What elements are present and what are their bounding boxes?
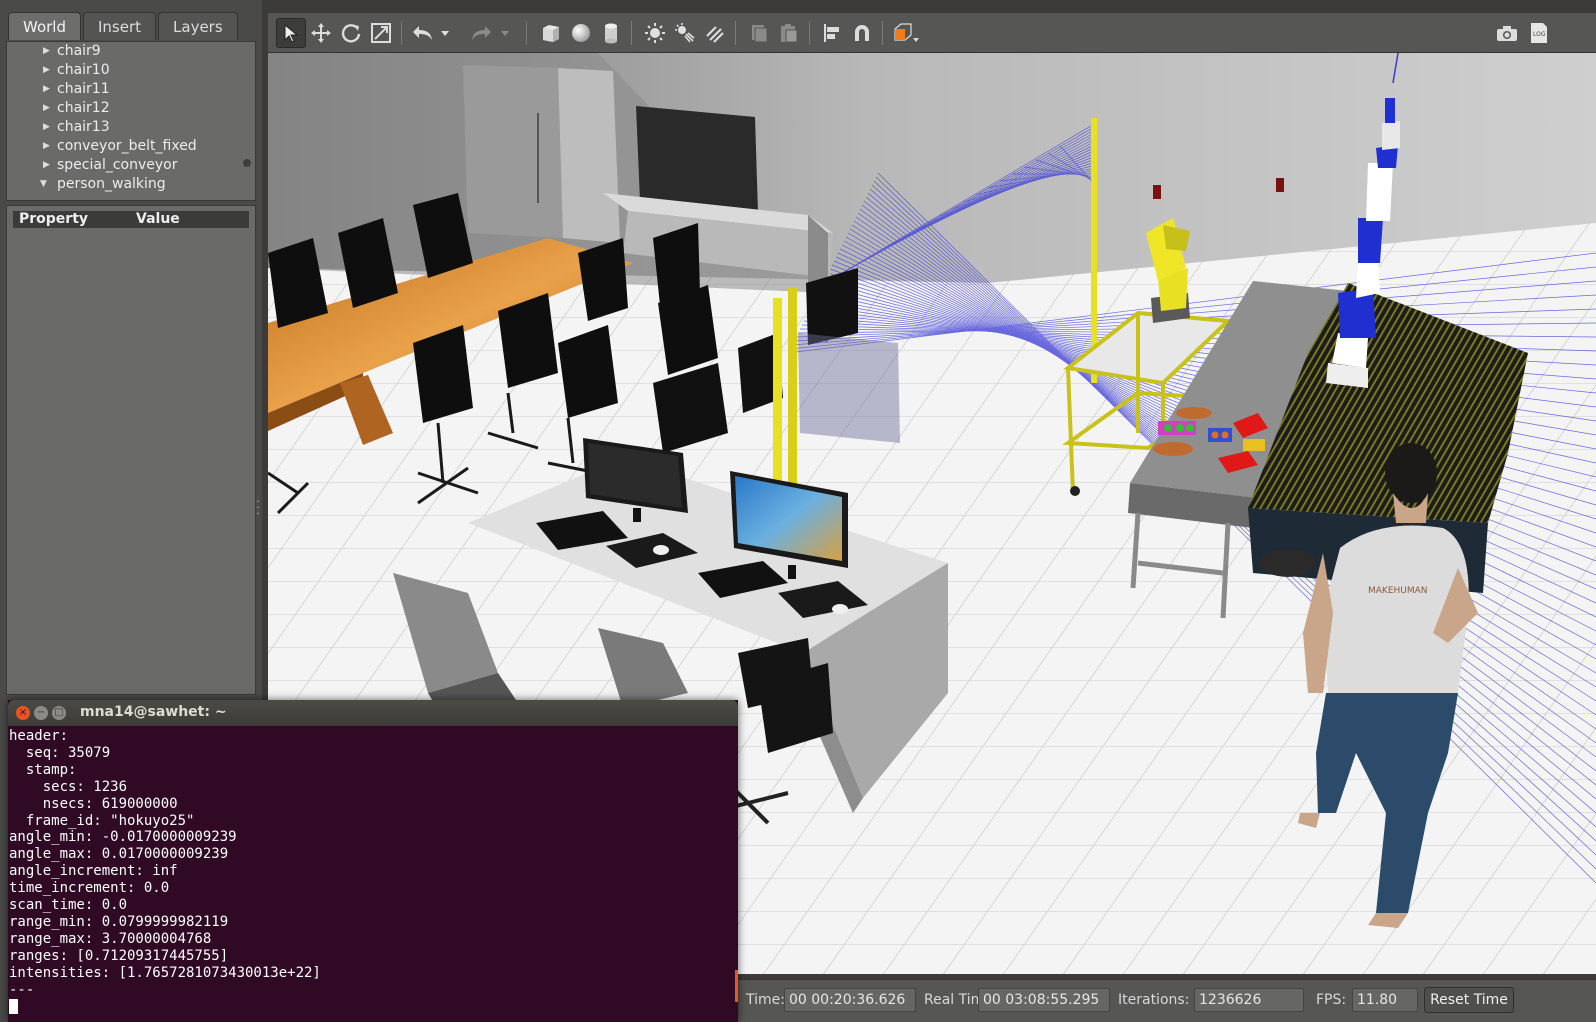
tree-item-chair9[interactable]: ▶ chair9 xyxy=(7,42,255,61)
minimize-icon[interactable]: − xyxy=(34,706,48,720)
select-arrow-icon[interactable] xyxy=(276,18,306,48)
tree-item-chair11[interactable]: ▶ chair11 xyxy=(7,80,255,99)
property-column-header: Property xyxy=(19,211,89,227)
tree-item-conveyor-belt-fixed[interactable]: ▶ conveyor_belt_fixed xyxy=(7,137,255,156)
tree-item-chair12[interactable]: ▶ chair12 xyxy=(7,99,255,118)
light-curtain-post xyxy=(1091,118,1097,383)
gazebo-window: World Insert Layers ▶ chair9 ▶ chair10 ▶ ch… xyxy=(0,0,1596,1022)
reset-time-button[interactable]: Reset Time xyxy=(1424,987,1514,1013)
translate-icon[interactable] xyxy=(306,18,336,48)
terminal-line: header: xyxy=(9,728,69,744)
fps-label: FPS: xyxy=(1316,992,1347,1008)
terminal-line: stamp: xyxy=(9,761,77,778)
tab-insert[interactable]: Insert xyxy=(83,12,157,40)
view-angle-cube-icon[interactable] xyxy=(888,18,924,48)
maximize-icon[interactable]: □ xyxy=(52,706,66,720)
terminal-line: angle_increment: inf xyxy=(9,863,178,880)
terminal-line: frame_id: "hokuyo25" xyxy=(9,812,195,829)
align-icon[interactable] xyxy=(817,18,847,48)
terminal-window[interactable]: × − □ mna14@sawhet: ~ header: seq: 35079… xyxy=(8,700,738,1022)
spot-light-icon[interactable] xyxy=(670,18,700,48)
sphere-shape-icon[interactable] xyxy=(566,18,596,48)
log-icon[interactable]: LOG xyxy=(1524,18,1554,48)
value-column-header: Value xyxy=(136,211,180,227)
tree-item-person-walking[interactable]: ▼ person_walking xyxy=(7,175,255,194)
paste-icon[interactable] xyxy=(774,18,804,48)
tree-item-chair13[interactable]: ▶ chair13 xyxy=(7,118,255,137)
tree-item-label: chair13 xyxy=(57,119,110,135)
redo-dropdown-icon[interactable] xyxy=(496,18,514,48)
tree-item-label: chair10 xyxy=(57,62,110,78)
terminal-line: seq: 35079 xyxy=(9,744,111,761)
cylinder-shape-icon[interactable] xyxy=(596,18,626,48)
fps-field: 11.80 xyxy=(1352,988,1418,1012)
iterations-field: 1236626 xyxy=(1194,988,1304,1012)
tree-item-chair10[interactable]: ▶ chair10 xyxy=(7,61,255,80)
screenshot-camera-icon[interactable] xyxy=(1492,18,1522,48)
tree-item-label: chair12 xyxy=(57,100,110,116)
svg-text:LOG: LOG xyxy=(1533,31,1546,38)
terminal-line: time_increment: 0.0 xyxy=(9,880,170,897)
terminal-titlebar[interactable]: × − □ mna14@sawhet: ~ xyxy=(8,700,738,726)
property-panel: Property Value xyxy=(6,205,256,695)
terminal-scrollbar[interactable] xyxy=(735,970,738,1002)
terminal-line: scan_time: 0.0 xyxy=(9,897,128,914)
box-shape-icon[interactable] xyxy=(536,18,566,48)
tree-item-label: person_walking xyxy=(57,176,166,192)
undo-dropdown-icon[interactable] xyxy=(436,18,454,48)
model-tree[interactable]: ▶ chair9 ▶ chair10 ▶ chair11 ▶ chair12 ▶ chai… xyxy=(6,41,256,201)
undo-icon[interactable] xyxy=(408,18,438,48)
tree-item-label: chair9 xyxy=(57,43,101,59)
terminal-line: secs: 1236 xyxy=(9,778,128,795)
terminal-line: angle_min: -0.0170000009239 xyxy=(9,829,237,846)
expand-arrow-icon[interactable]: ▶ xyxy=(43,137,50,156)
expand-arrow-icon[interactable]: ▶ xyxy=(43,99,50,118)
terminal-line: ranges: [0.71209317445755] xyxy=(9,947,229,964)
snap-magnet-icon[interactable] xyxy=(847,18,877,48)
expand-arrow-icon[interactable]: ▶ xyxy=(43,61,50,80)
text-cursor xyxy=(9,998,18,1014)
tree-item-special-conveyor[interactable]: ▶ special_conveyor xyxy=(7,156,255,175)
copy-icon[interactable] xyxy=(744,18,774,48)
sim-time-field: 00 00:20:36.626 xyxy=(784,988,916,1012)
side-splitter-handle[interactable]: · · · xyxy=(256,498,260,520)
sim-time-label: Time: xyxy=(746,992,785,1008)
statusbar: Time: 00 00:20:36.626 Real Time: 00 03:0… xyxy=(738,979,1596,1022)
expand-arrow-icon[interactable]: ▶ xyxy=(43,118,50,137)
tree-item-label: conveyor_belt_fixed xyxy=(57,138,197,154)
scrollbar-handle[interactable] xyxy=(243,159,251,167)
shirt-logo: MAKEHUMAN xyxy=(1368,586,1428,596)
close-icon[interactable]: × xyxy=(16,706,30,720)
terminal-line: range_min: 0.0799999982119 xyxy=(9,913,229,930)
terminal-title: mna14@sawhet: ~ xyxy=(80,704,227,720)
toolbar: LOG xyxy=(268,13,1596,53)
terminal-line: --- xyxy=(9,981,35,998)
terminal-prompt-line[interactable] xyxy=(9,998,729,1017)
terminal-line: intensities: [1.7657281073430013e+22] xyxy=(9,964,321,981)
terminal-output[interactable]: header: seq: 35079 stamp: secs: 1236 nse… xyxy=(9,728,729,1022)
tree-item-label: special_conveyor xyxy=(57,157,178,173)
redo-icon[interactable] xyxy=(466,18,496,48)
tree-item-label: chair11 xyxy=(57,81,110,97)
iterations-label: Iterations: xyxy=(1118,992,1190,1008)
collapse-arrow-icon[interactable]: ▼ xyxy=(40,175,47,194)
rotate-icon[interactable] xyxy=(336,18,366,48)
terminal-line: range_max: 3.70000004768 xyxy=(9,930,212,947)
terminal-line: nsecs: 619000000 xyxy=(9,795,178,812)
tab-layers[interactable]: Layers xyxy=(158,12,238,40)
directional-light-icon[interactable] xyxy=(700,18,730,48)
scale-icon[interactable] xyxy=(366,18,396,48)
expand-arrow-icon[interactable]: ▶ xyxy=(43,42,50,61)
real-time-field: 00 03:08:55.295 xyxy=(978,988,1110,1012)
expand-arrow-icon[interactable]: ▶ xyxy=(43,80,50,99)
terminal-line: angle_max: 0.0170000009239 xyxy=(9,846,229,863)
expand-arrow-icon[interactable]: ▶ xyxy=(43,156,50,175)
point-light-icon[interactable] xyxy=(640,18,670,48)
tab-world[interactable]: World xyxy=(8,12,81,40)
property-header: Property Value xyxy=(13,211,249,228)
panel-tabs: World Insert Layers xyxy=(8,12,238,42)
